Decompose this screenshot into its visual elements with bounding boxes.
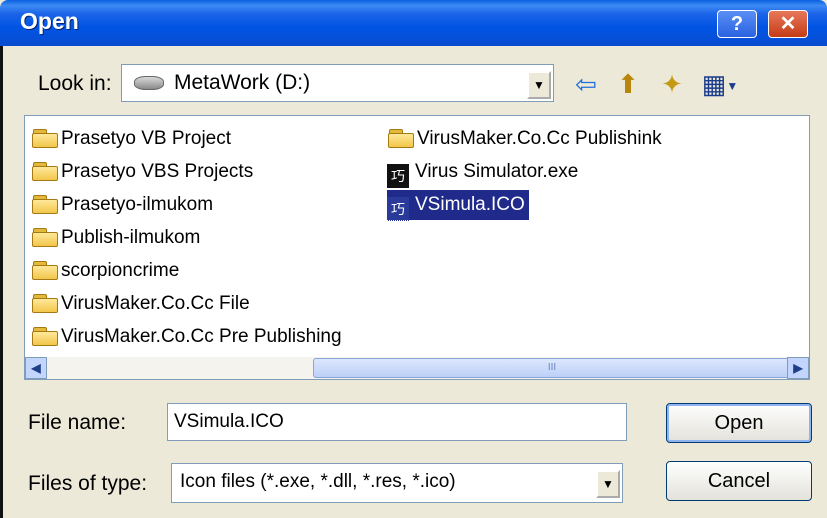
list-item[interactable]: VirusMaker.Co.Cc Pre Publishing <box>31 322 342 352</box>
look-in-label: Look in: <box>38 72 112 95</box>
back-button[interactable]: ⇦ <box>568 67 604 101</box>
look-in-combo[interactable]: MetaWork (D:) ▼ <box>121 64 554 102</box>
window-edge <box>0 46 3 518</box>
file-list[interactable]: Prasetyo VB Project Prasetyo VBS Project… <box>24 115 810 380</box>
exe-icon: 巧 <box>387 164 409 188</box>
window-title: Open <box>20 8 79 34</box>
help-button[interactable]: ? <box>717 10 757 38</box>
folder-icon <box>31 128 59 148</box>
scroll-thumb[interactable]: III <box>313 358 791 378</box>
title-bar[interactable]: Open ? ✕ <box>0 0 827 46</box>
list-item[interactable]: Prasetyo VB Project <box>31 124 231 154</box>
list-item[interactable]: VirusMaker.Co.Cc Publishink <box>387 124 662 154</box>
list-item[interactable]: Prasetyo-ilmukom <box>31 190 213 220</box>
cancel-button[interactable]: Cancel <box>666 461 812 501</box>
file-type-combo[interactable]: Icon files (*.exe, *.dll, *.res, *.ico) … <box>171 463 623 503</box>
file-type-dropdown-arrow[interactable]: ▼ <box>596 470 620 498</box>
chevron-down-icon: ▼ <box>726 79 739 94</box>
file-name-label: File name: <box>28 411 127 434</box>
folder-icon <box>31 227 59 247</box>
list-item[interactable]: Publish-ilmukom <box>31 223 200 253</box>
list-item[interactable]: scorpioncrime <box>31 256 179 286</box>
ico-file-icon: 巧 <box>387 197 409 221</box>
list-item[interactable]: 巧 Virus Simulator.exe <box>387 157 578 188</box>
file-type-label: Files of type: <box>28 472 148 495</box>
folder-icon <box>31 161 59 181</box>
close-button[interactable]: ✕ <box>768 10 808 38</box>
look-in-value: MetaWork (D:) <box>174 71 311 94</box>
folder-icon <box>31 260 59 280</box>
file-name-input[interactable]: VSimula.ICO <box>167 403 627 441</box>
scroll-right-button[interactable]: ▶ <box>787 357 809 379</box>
list-item[interactable]: VirusMaker.Co.Cc File <box>31 289 250 319</box>
open-dialog: Open ? ✕ Look in: MetaWork (D:) ▼ ⇦ ⬆ ✦ … <box>0 0 827 518</box>
folder-icon <box>31 326 59 346</box>
drive-icon <box>134 76 164 90</box>
look-in-dropdown-arrow[interactable]: ▼ <box>527 71 551 99</box>
open-button[interactable]: Open <box>666 403 812 443</box>
views-icon: ▦ <box>701 69 727 99</box>
scroll-left-button[interactable]: ◀ <box>25 357 47 379</box>
folder-icon <box>387 128 415 148</box>
folder-icon <box>31 194 59 214</box>
file-type-value: Icon files (*.exe, *.dll, *.res, *.ico) <box>180 471 456 492</box>
new-folder-button[interactable]: ✦ <box>652 67 692 101</box>
list-item-selected[interactable]: 巧 VSimula.ICO <box>386 189 530 221</box>
up-folder-button[interactable]: ⬆ <box>610 67 646 101</box>
list-item[interactable]: Prasetyo VBS Projects <box>31 157 253 187</box>
folder-icon <box>31 293 59 313</box>
views-menu-button[interactable]: ▦▼ <box>698 67 742 101</box>
horizontal-scrollbar[interactable]: ◀ III ▶ <box>25 357 809 379</box>
